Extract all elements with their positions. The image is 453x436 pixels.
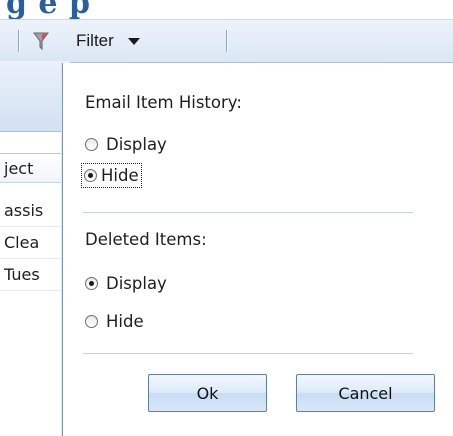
ok-button[interactable]: Ok: [148, 374, 267, 412]
section-divider: [83, 212, 413, 213]
caret-down-icon: [127, 37, 140, 45]
radio-label: Hide: [101, 166, 139, 185]
page-heading-fragment: g e p: [6, 0, 91, 21]
toolbar-separator: [226, 30, 227, 52]
filter-dropdown-panel: Email Item History: Display Hide Deleted…: [62, 63, 453, 436]
cancel-button[interactable]: Cancel: [296, 374, 435, 412]
grid-column-header-subject[interactable]: ject: [0, 153, 70, 183]
radio-checked-icon: [85, 277, 98, 290]
deleted-items-display-radio[interactable]: Display: [85, 274, 167, 293]
radio-label: Display: [106, 135, 167, 154]
table-row[interactable]: assis: [0, 195, 70, 227]
table-row[interactable]: Clea: [0, 227, 70, 259]
toolbar: Filter: [0, 19, 453, 63]
deleted-items-hide-radio[interactable]: Hide: [85, 312, 144, 331]
funnel-icon: [33, 32, 49, 51]
email-history-label: Email Item History:: [85, 93, 242, 112]
email-history-display-radio[interactable]: Display: [85, 135, 167, 154]
focus-rectangle: Hide: [81, 163, 142, 188]
section-divider: [83, 353, 413, 354]
radio-label: Hide: [106, 312, 144, 331]
filter-button[interactable]: Filter: [30, 28, 210, 54]
left-pane-header: [0, 61, 70, 132]
deleted-items-label: Deleted Items:: [85, 230, 207, 249]
radio-checked-icon: [84, 169, 97, 182]
radio-label: Display: [106, 274, 167, 293]
filter-label: Filter: [76, 31, 114, 50]
email-history-hide-radio[interactable]: Hide: [81, 163, 142, 188]
radio-unchecked-icon: [85, 138, 98, 151]
table-row[interactable]: Tues: [0, 259, 70, 291]
radio-unchecked-icon: [85, 315, 98, 328]
toolbar-separator: [18, 30, 19, 52]
